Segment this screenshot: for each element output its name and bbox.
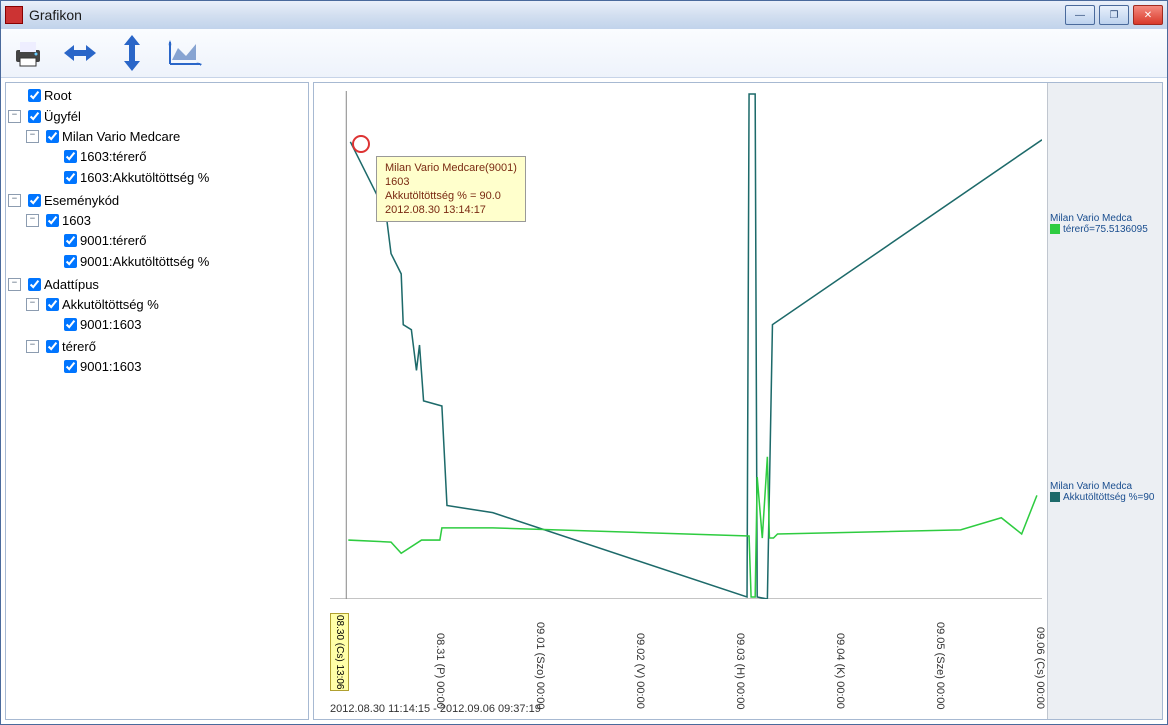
tooltip-line: 2012.08.30 13:14:17: [385, 203, 517, 217]
es1603-checkbox[interactable]: [46, 214, 59, 227]
app-window: Grafikon — ❐ ✕: [0, 0, 1168, 725]
collapse-icon[interactable]: −: [8, 194, 21, 207]
window-title: Grafikon: [29, 7, 1065, 23]
leaf-checkbox[interactable]: [64, 318, 77, 331]
cursor-time-label: 08.30 (Cs) 13:06: [330, 613, 349, 692]
legend-panel: Milan Vario Medca térerő=75.5136095 Mila…: [1047, 83, 1162, 719]
leaf-checkbox[interactable]: [64, 255, 77, 268]
legend-color-icon: [1050, 492, 1060, 502]
adattipus-checkbox[interactable]: [28, 278, 41, 291]
tree-label: Ügyfél: [44, 109, 81, 124]
tree-item[interactable]: 9001:1603: [44, 315, 308, 334]
legend-value: térerő=75.5136095: [1063, 224, 1148, 235]
tree-ugyfel-client[interactable]: − Milan Vario Medcare: [26, 127, 308, 146]
vertical-stretch-button[interactable]: [111, 35, 153, 71]
tree-root[interactable]: Root: [8, 86, 308, 105]
plot-area[interactable]: Milan Vario Medcare(9001) 1603 Akkutöltö…: [330, 91, 1042, 599]
chart-panel[interactable]: Milan Vario Medcare(9001) 1603 Akkutöltö…: [313, 82, 1163, 720]
tree-label: 9001:Akkutöltöttség %: [80, 254, 209, 269]
root-checkbox[interactable]: [28, 89, 41, 102]
highlight-marker-icon: [352, 135, 370, 153]
x-tick-label: 09.02 (V) 00:00: [634, 633, 646, 709]
tree-item[interactable]: 9001:térerő: [44, 231, 308, 250]
leaf-checkbox[interactable]: [64, 150, 77, 163]
collapse-icon[interactable]: −: [26, 130, 39, 143]
tree-label: 1603: [62, 213, 91, 228]
collapse-icon[interactable]: −: [26, 298, 39, 311]
leaf-checkbox[interactable]: [64, 234, 77, 247]
tree-label: Eseménykód: [44, 193, 119, 208]
tooltip-line: 1603: [385, 175, 517, 189]
legend-name: Milan Vario Medca: [1050, 481, 1132, 492]
tree-label: 1603:térerő: [80, 149, 147, 164]
tree-ad-terero[interactable]: − térerő: [26, 337, 308, 356]
client-checkbox[interactable]: [46, 130, 59, 143]
legend-value: Akkutöltöttség %=90: [1063, 492, 1154, 503]
tree-label: Adattípus: [44, 277, 99, 292]
x-tick-label: 09.01 (Szo) 00:00: [534, 622, 546, 709]
tree-label: 1603:Akkutöltöttség %: [80, 170, 209, 185]
legend-color-icon: [1050, 224, 1060, 234]
ugyfel-checkbox[interactable]: [28, 110, 41, 123]
tree-panel[interactable]: Root − Ügyfél − Milan Va: [5, 82, 309, 720]
data-tooltip: Milan Vario Medcare(9001) 1603 Akkutöltö…: [376, 156, 526, 222]
app-icon: [5, 6, 23, 24]
x-tick-label: 08.31 (P) 00:00: [434, 633, 446, 709]
tree-adattipus[interactable]: − Adattípus: [8, 275, 308, 294]
toolbar: [1, 29, 1167, 78]
x-tick-label: 09.05 (Sze) 00:00: [934, 622, 946, 709]
collapse-icon[interactable]: −: [8, 278, 21, 291]
restore-button[interactable]: ❐: [1099, 5, 1129, 25]
legend-item: Milan Vario Medca Akkutöltöttség %=90: [1050, 481, 1154, 503]
chart-icon: [166, 38, 202, 68]
vertical-arrows-icon: [117, 33, 147, 73]
collapse-icon[interactable]: −: [26, 340, 39, 353]
tree-ugyfel[interactable]: − Ügyfél: [8, 107, 308, 126]
collapse-icon[interactable]: −: [8, 110, 21, 123]
printer-icon: [10, 38, 46, 68]
x-tick-label: 09.04 (K) 00:00: [834, 633, 846, 709]
tree-item[interactable]: 1603:Akkutöltöttség %: [44, 168, 308, 187]
legend-name: Milan Vario Medca: [1050, 213, 1132, 224]
tree-label: Milan Vario Medcare: [62, 129, 180, 144]
x-tick-label: 09.03 (H) 00:00: [734, 633, 746, 709]
akku-checkbox[interactable]: [46, 298, 59, 311]
x-tick-label: 09.06 (Cs) 00:00: [1034, 627, 1046, 709]
chart-type-button[interactable]: [163, 35, 205, 71]
tooltip-line: Akkutöltöttség % = 90.0: [385, 189, 517, 203]
terero-checkbox[interactable]: [46, 340, 59, 353]
content-area: Root − Ügyfél − Milan Va: [1, 78, 1167, 724]
leaf-checkbox[interactable]: [64, 171, 77, 184]
tree-item[interactable]: 1603:térerő: [44, 147, 308, 166]
horizontal-stretch-button[interactable]: [59, 35, 101, 71]
leaf-checkbox[interactable]: [64, 360, 77, 373]
tree-item[interactable]: 9001:Akkutöltöttség %: [44, 252, 308, 271]
legend-item: Milan Vario Medca térerő=75.5136095: [1050, 213, 1148, 235]
x-range-footer: 2012.08.30 11:14:15 - 2012.09.06 09:37:1…: [330, 703, 541, 715]
tree-item[interactable]: 9001:1603: [44, 357, 308, 376]
tree-label: térerő: [62, 339, 96, 354]
tree-label: Akkutöltöttség %: [62, 297, 159, 312]
titlebar[interactable]: Grafikon — ❐ ✕: [1, 1, 1167, 29]
close-button[interactable]: ✕: [1133, 5, 1163, 25]
tree-label: Root: [44, 88, 71, 103]
tree-esemenykod[interactable]: − Eseménykód: [8, 191, 308, 210]
print-button[interactable]: [7, 35, 49, 71]
horizontal-arrows-icon: [60, 38, 100, 68]
esemeny-checkbox[interactable]: [28, 194, 41, 207]
tooltip-line: Milan Vario Medcare(9001): [385, 161, 517, 175]
tree-es-1603[interactable]: − 1603: [26, 211, 308, 230]
collapse-icon[interactable]: −: [26, 214, 39, 227]
tree-label: 9001:térerő: [80, 233, 147, 248]
tree-label: 9001:1603: [80, 359, 141, 374]
tree-ad-akku[interactable]: − Akkutöltöttség %: [26, 295, 308, 314]
tree-label: 9001:1603: [80, 317, 141, 332]
minimize-button[interactable]: —: [1065, 5, 1095, 25]
